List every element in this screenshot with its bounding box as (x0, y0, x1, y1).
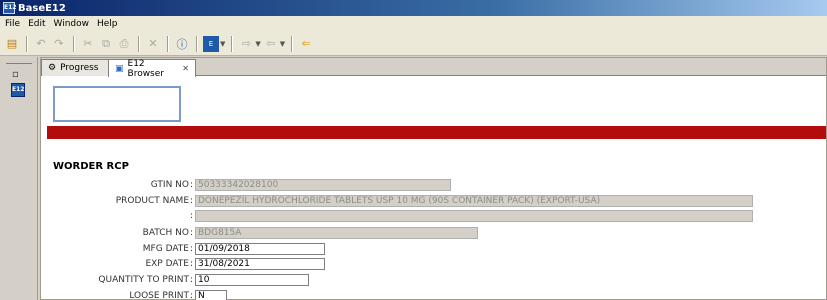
menu-file[interactable]: File (3, 19, 26, 29)
loose-print-field[interactable]: N (195, 290, 227, 300)
gtin-label: GTIN NO (150, 180, 189, 190)
form-row-loose-print: LOOSE PRINT : N (53, 289, 227, 300)
forward-icon[interactable]: ⇨ (238, 36, 254, 52)
copy-icon[interactable]: ⧉ (98, 36, 114, 52)
product-name-field[interactable]: DONEPEZIL HYDROCHLORIDE TABLETS USP 10 M… (195, 195, 753, 207)
delete-icon[interactable]: ✕ (145, 36, 161, 52)
form-row-product-2: : (53, 209, 753, 223)
form-row-gtin: GTIN NO : 50333342028100 (53, 178, 451, 192)
paste-icon[interactable]: ⎙ (116, 36, 132, 52)
loose-print-label: LOOSE PRINT (129, 291, 189, 300)
nav-icon[interactable]: ⇦ (263, 36, 279, 52)
base-e12-app-icon: E12 (3, 2, 16, 14)
undo-icon[interactable]: ↶ (33, 36, 49, 52)
menu-bar: File Edit Window Help (0, 16, 827, 32)
tab-progress[interactable]: ⚙ Progress (41, 59, 109, 76)
toolbar: ▤ ↶ ↷ ✂ ⧉ ⎙ ✕ ⓘ E ▼ ⇨ ▼ ⇦ ▼ ⇐ (0, 32, 827, 56)
toolbar-separator (167, 35, 168, 52)
chevron-down-icon[interactable]: ▼ (220, 40, 225, 48)
form-row-mfg: MFG DATE : 01/09/2018 (53, 242, 325, 256)
mfg-date-label: MFG DATE (142, 244, 189, 254)
trim-divider (6, 63, 32, 64)
form-row-quantity: QUANTITY TO PRINT : 10 (53, 273, 309, 287)
toolbar-separator (26, 35, 27, 52)
batch-no-field[interactable]: BDG815A (195, 227, 478, 239)
progress-icon: ⚙ (48, 63, 57, 73)
help-icon[interactable]: ⓘ (174, 36, 190, 52)
form-row-product: PRODUCT NAME : DONEPEZIL HYDROCHLORIDE T… (53, 194, 753, 208)
header-banner (47, 126, 826, 139)
tab-e12-browser[interactable]: ▣ E12 Browser ✕ (108, 58, 196, 79)
form-row-exp: EXP DATE : 31/08/2021 (53, 257, 325, 271)
back-arrow-icon[interactable]: ⇐ (298, 36, 314, 52)
window-title: BaseE12 (18, 2, 66, 14)
quantity-field[interactable]: 10 (195, 274, 309, 286)
e12-view-icon[interactable]: E12 (11, 83, 25, 97)
logo-placeholder (53, 86, 181, 122)
form-title: WORDER RCP (53, 161, 129, 172)
toolbar-separator (138, 35, 139, 52)
product-name-label: PRODUCT NAME (115, 196, 189, 206)
mfg-date-field[interactable]: 01/09/2018 (195, 243, 325, 255)
batch-no-label: BATCH NO (142, 228, 189, 238)
tab-label: E12 Browser (127, 58, 164, 79)
tab-bar: ⚙ Progress ▣ E12 Browser ✕ (41, 58, 826, 79)
restore-icon[interactable]: ▫ (12, 69, 19, 80)
new-icon[interactable]: ▤ (4, 36, 20, 52)
toolbar-separator (291, 35, 293, 52)
menu-help[interactable]: Help (95, 19, 124, 29)
e12-icon[interactable]: E (203, 35, 219, 52)
toolbar-separator (73, 35, 74, 52)
editor-area: ⚙ Progress ▣ E12 Browser ✕ WORDER RCP GT… (40, 57, 827, 300)
redo-icon[interactable]: ↷ (51, 36, 67, 52)
exp-date-field[interactable]: 31/08/2021 (195, 258, 325, 270)
product-name-2-field[interactable] (195, 210, 753, 222)
chevron-down-icon[interactable]: ▼ (255, 40, 260, 48)
tab-label: Progress (60, 63, 99, 73)
left-trim-bar: ▫ E12 (0, 57, 38, 300)
toolbar-separator (196, 35, 197, 52)
chevron-down-icon[interactable]: ▼ (280, 40, 285, 48)
quantity-label: QUANTITY TO PRINT (98, 275, 189, 285)
gtin-field[interactable]: 50333342028100 (195, 179, 451, 191)
browser-icon: ▣ (115, 63, 124, 74)
toolbar-separator (231, 35, 233, 52)
close-icon[interactable]: ✕ (182, 64, 189, 73)
cut-icon[interactable]: ✂ (80, 36, 96, 52)
menu-window[interactable]: Window (52, 19, 96, 29)
title-bar: E12 BaseE12 (0, 0, 827, 16)
exp-date-label: EXP DATE (145, 259, 189, 269)
form-row-batch: BATCH NO : BDG815A (53, 226, 478, 240)
menu-edit[interactable]: Edit (26, 19, 51, 29)
